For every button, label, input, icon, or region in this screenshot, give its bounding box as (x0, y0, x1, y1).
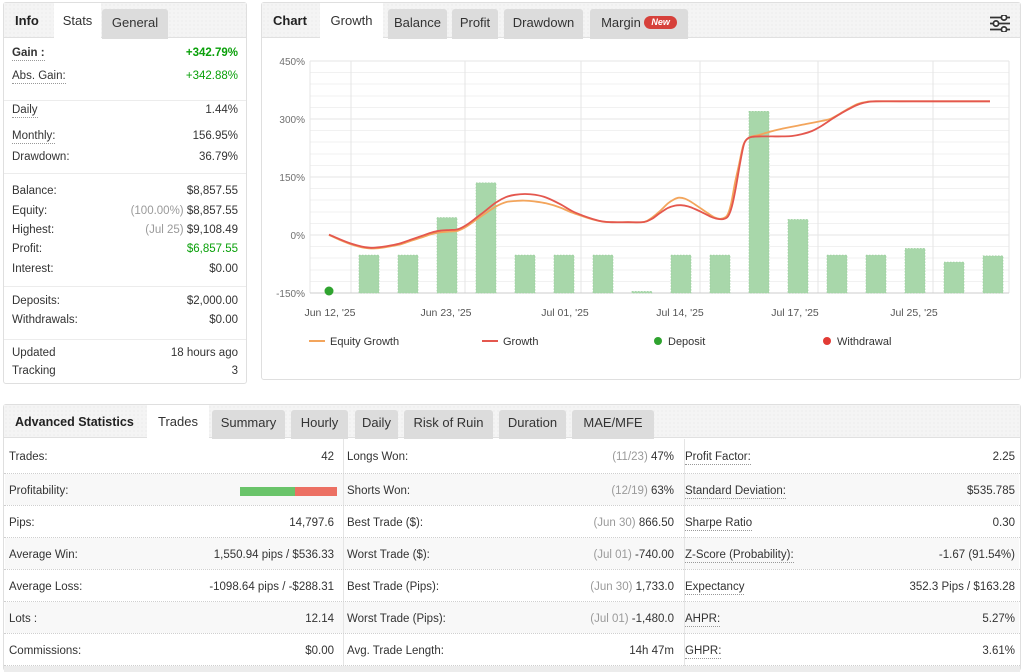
svg-text:Jul 17, '25: Jul 17, '25 (771, 307, 819, 319)
svg-text:Growth: Growth (503, 336, 538, 348)
svg-text:150%: 150% (279, 173, 305, 184)
svg-text:Deposit: Deposit (668, 336, 705, 348)
svg-text:Jul 25, '25: Jul 25, '25 (890, 307, 938, 319)
svg-text:450%: 450% (279, 57, 305, 68)
svg-text:Jul 14, '25: Jul 14, '25 (656, 307, 704, 319)
svg-text:Withdrawal: Withdrawal (837, 336, 891, 348)
svg-text:300%: 300% (279, 115, 305, 126)
svg-text:Jun 12, '25: Jun 12, '25 (304, 307, 355, 319)
svg-text:0%: 0% (291, 231, 306, 242)
svg-text:-150%: -150% (276, 289, 305, 300)
svg-text:Jul 01, '25: Jul 01, '25 (541, 307, 589, 319)
svg-text:Equity Growth: Equity Growth (330, 336, 399, 348)
svg-text:Jun 23, '25: Jun 23, '25 (420, 307, 471, 319)
